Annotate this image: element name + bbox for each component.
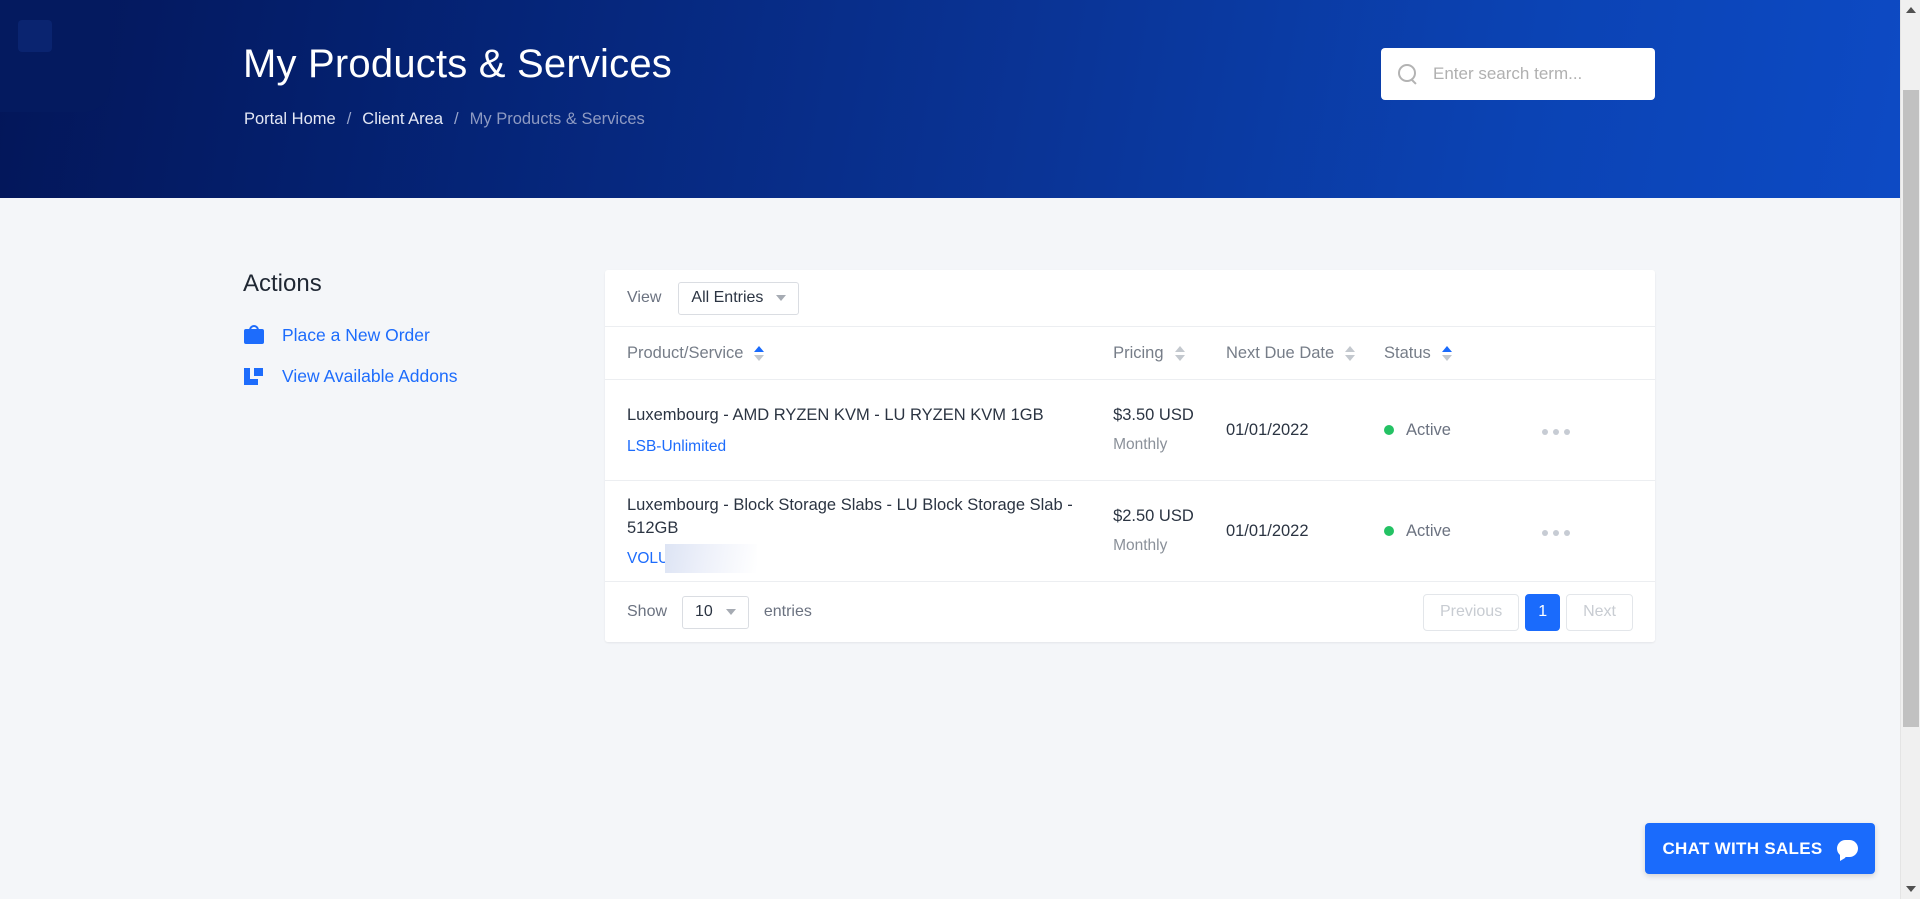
billing-cycle: Monthly — [1113, 537, 1168, 554]
status-badge: Active — [1384, 522, 1542, 541]
next-due-date: 01/01/2022 — [1225, 420, 1309, 439]
cell-row-actions — [1542, 379, 1655, 481]
shopping-bag-icon — [243, 324, 265, 346]
show-entries-label: Show — [627, 603, 668, 620]
table-body: Luxembourg - AMD RYZEN KVM - LU RYZEN KV… — [605, 379, 1655, 582]
breadcrumb-item-current: My Products & Services — [469, 110, 645, 128]
product-domain-text: LSB-Unlimited — [627, 437, 727, 455]
cell-pricing: $2.50 USD Monthly — [1113, 480, 1226, 582]
cell-status: Active — [1384, 379, 1543, 481]
site-logo[interactable] — [0, 0, 110, 112]
billing-cycle: Monthly — [1113, 436, 1168, 453]
action-label: Place a New Order — [282, 324, 430, 345]
pagination-previous-button[interactable]: Previous — [1422, 593, 1520, 631]
product-domain[interactable]: VOLUM — [627, 543, 757, 573]
column-header-pricing[interactable]: Pricing — [1113, 327, 1226, 380]
action-view-available-addons[interactable]: View Available Addons — [243, 365, 543, 387]
pagination: Previous 1 Next — [1417, 593, 1633, 631]
column-header-actions — [1542, 327, 1655, 380]
page-title: My Products & Services — [243, 42, 672, 86]
cell-pricing: $3.50 USD Monthly — [1113, 379, 1226, 481]
vertical-scrollbar[interactable] — [1900, 0, 1920, 899]
column-label: Next Due Date — [1225, 344, 1335, 362]
scroll-down-arrow-icon[interactable] — [1901, 879, 1920, 899]
sort-toggle-icon[interactable] — [1345, 345, 1356, 362]
cell-product-service: Luxembourg - AMD RYZEN KVM - LU RYZEN KV… — [605, 379, 1114, 481]
product-domain[interactable]: LSB-Unlimited — [627, 438, 726, 456]
column-header-product-service[interactable]: Product/Service — [605, 327, 1114, 380]
view-filter-select[interactable]: All Entries — [678, 281, 800, 315]
ellipsis-horizontal-icon[interactable] — [1542, 529, 1571, 536]
view-label: View — [627, 289, 662, 306]
column-header-next-due-date[interactable]: Next Due Date — [1225, 327, 1385, 380]
chevron-down-icon — [725, 609, 736, 615]
page-header-banner: My Products & Services Portal Home / Cli… — [0, 0, 1900, 198]
chat-bubble-icon — [1836, 840, 1858, 861]
status-text: Active — [1406, 521, 1451, 540]
status-dot-icon — [1384, 425, 1395, 435]
cell-product-service: Luxembourg - Block Storage Slabs - LU Bl… — [605, 480, 1114, 582]
table-toolbar: View All Entries — [605, 270, 1655, 327]
product-name[interactable]: Luxembourg - AMD RYZEN KVM - LU RYZEN KV… — [627, 404, 1113, 426]
redaction-overlay — [665, 543, 757, 573]
chat-with-sales-button[interactable]: CHAT WITH SALES — [1645, 823, 1875, 874]
chevron-down-icon — [776, 295, 787, 301]
next-due-date: 01/01/2022 — [1225, 521, 1309, 540]
actions-sidebar: Actions Place a New Order View Available… — [243, 270, 543, 406]
logo-glyph-icon — [18, 20, 52, 52]
action-label: View Available Addons — [282, 365, 458, 386]
products-table: Product/Service Pricing Next Due Date St… — [605, 327, 1655, 582]
table-row[interactable]: Luxembourg - Block Storage Slabs - LU Bl… — [605, 480, 1655, 582]
price-amount: $3.50 USD — [1113, 406, 1194, 424]
column-label: Product/Service — [627, 344, 744, 362]
table-head: Product/Service Pricing Next Due Date St… — [605, 327, 1655, 380]
pagination-page-1-button[interactable]: 1 — [1525, 593, 1561, 631]
breadcrumb-separator: / — [346, 110, 352, 128]
breadcrumb: Portal Home / Client Area / My Products … — [244, 110, 645, 129]
breadcrumb-item-client-area[interactable]: Client Area — [362, 110, 443, 129]
cell-next-due-date: 01/01/2022 — [1225, 480, 1385, 582]
cell-row-actions — [1542, 480, 1655, 582]
sort-toggle-icon[interactable] — [754, 345, 765, 362]
page-size-select[interactable]: 10 — [682, 595, 749, 629]
column-header-status[interactable]: Status — [1384, 327, 1543, 380]
status-badge: Active — [1384, 421, 1542, 440]
search-icon — [1397, 63, 1419, 85]
sort-toggle-icon[interactable] — [1174, 345, 1186, 362]
column-label: Pricing — [1113, 344, 1164, 362]
breadcrumb-item-portal-home[interactable]: Portal Home — [244, 110, 336, 129]
table-row[interactable]: Luxembourg - AMD RYZEN KVM - LU RYZEN KV… — [605, 379, 1655, 481]
pagination-next-button[interactable]: Next — [1566, 593, 1633, 631]
action-place-new-order[interactable]: Place a New Order — [243, 324, 543, 346]
scrollbar-thumb[interactable] — [1903, 90, 1919, 727]
search-input[interactable] — [1431, 63, 1656, 85]
page-root: My Products & Services Portal Home / Cli… — [0, 0, 1920, 899]
status-dot-icon — [1384, 526, 1395, 536]
product-name[interactable]: Luxembourg - Block Storage Slabs - LU Bl… — [627, 494, 1113, 539]
actions-heading: Actions — [243, 270, 322, 297]
entries-label: entries — [763, 603, 812, 620]
chat-with-sales-label: CHAT WITH SALES — [1662, 838, 1823, 858]
price-amount: $2.50 USD — [1113, 507, 1194, 525]
view-filter-value: All Entries — [691, 289, 764, 306]
cell-status: Active — [1384, 480, 1543, 582]
page-size-value: 10 — [695, 603, 713, 620]
products-services-card: View All Entries Product/Service Pricing… — [605, 270, 1655, 642]
breadcrumb-separator: / — [454, 110, 459, 128]
table-header-row: Product/Service Pricing Next Due Date St… — [605, 327, 1655, 380]
sort-toggle-icon[interactable] — [1441, 345, 1453, 362]
table-footer: Show 10 entries Previous 1 Next — [605, 582, 1655, 642]
ellipsis-horizontal-icon[interactable] — [1542, 428, 1571, 435]
column-label: Status — [1384, 344, 1431, 362]
scroll-up-arrow-icon[interactable] — [1901, 0, 1920, 20]
status-text: Active — [1406, 420, 1451, 439]
addon-expand-icon — [243, 365, 265, 387]
search-box[interactable] — [1381, 48, 1656, 100]
cell-next-due-date: 01/01/2022 — [1225, 379, 1385, 481]
